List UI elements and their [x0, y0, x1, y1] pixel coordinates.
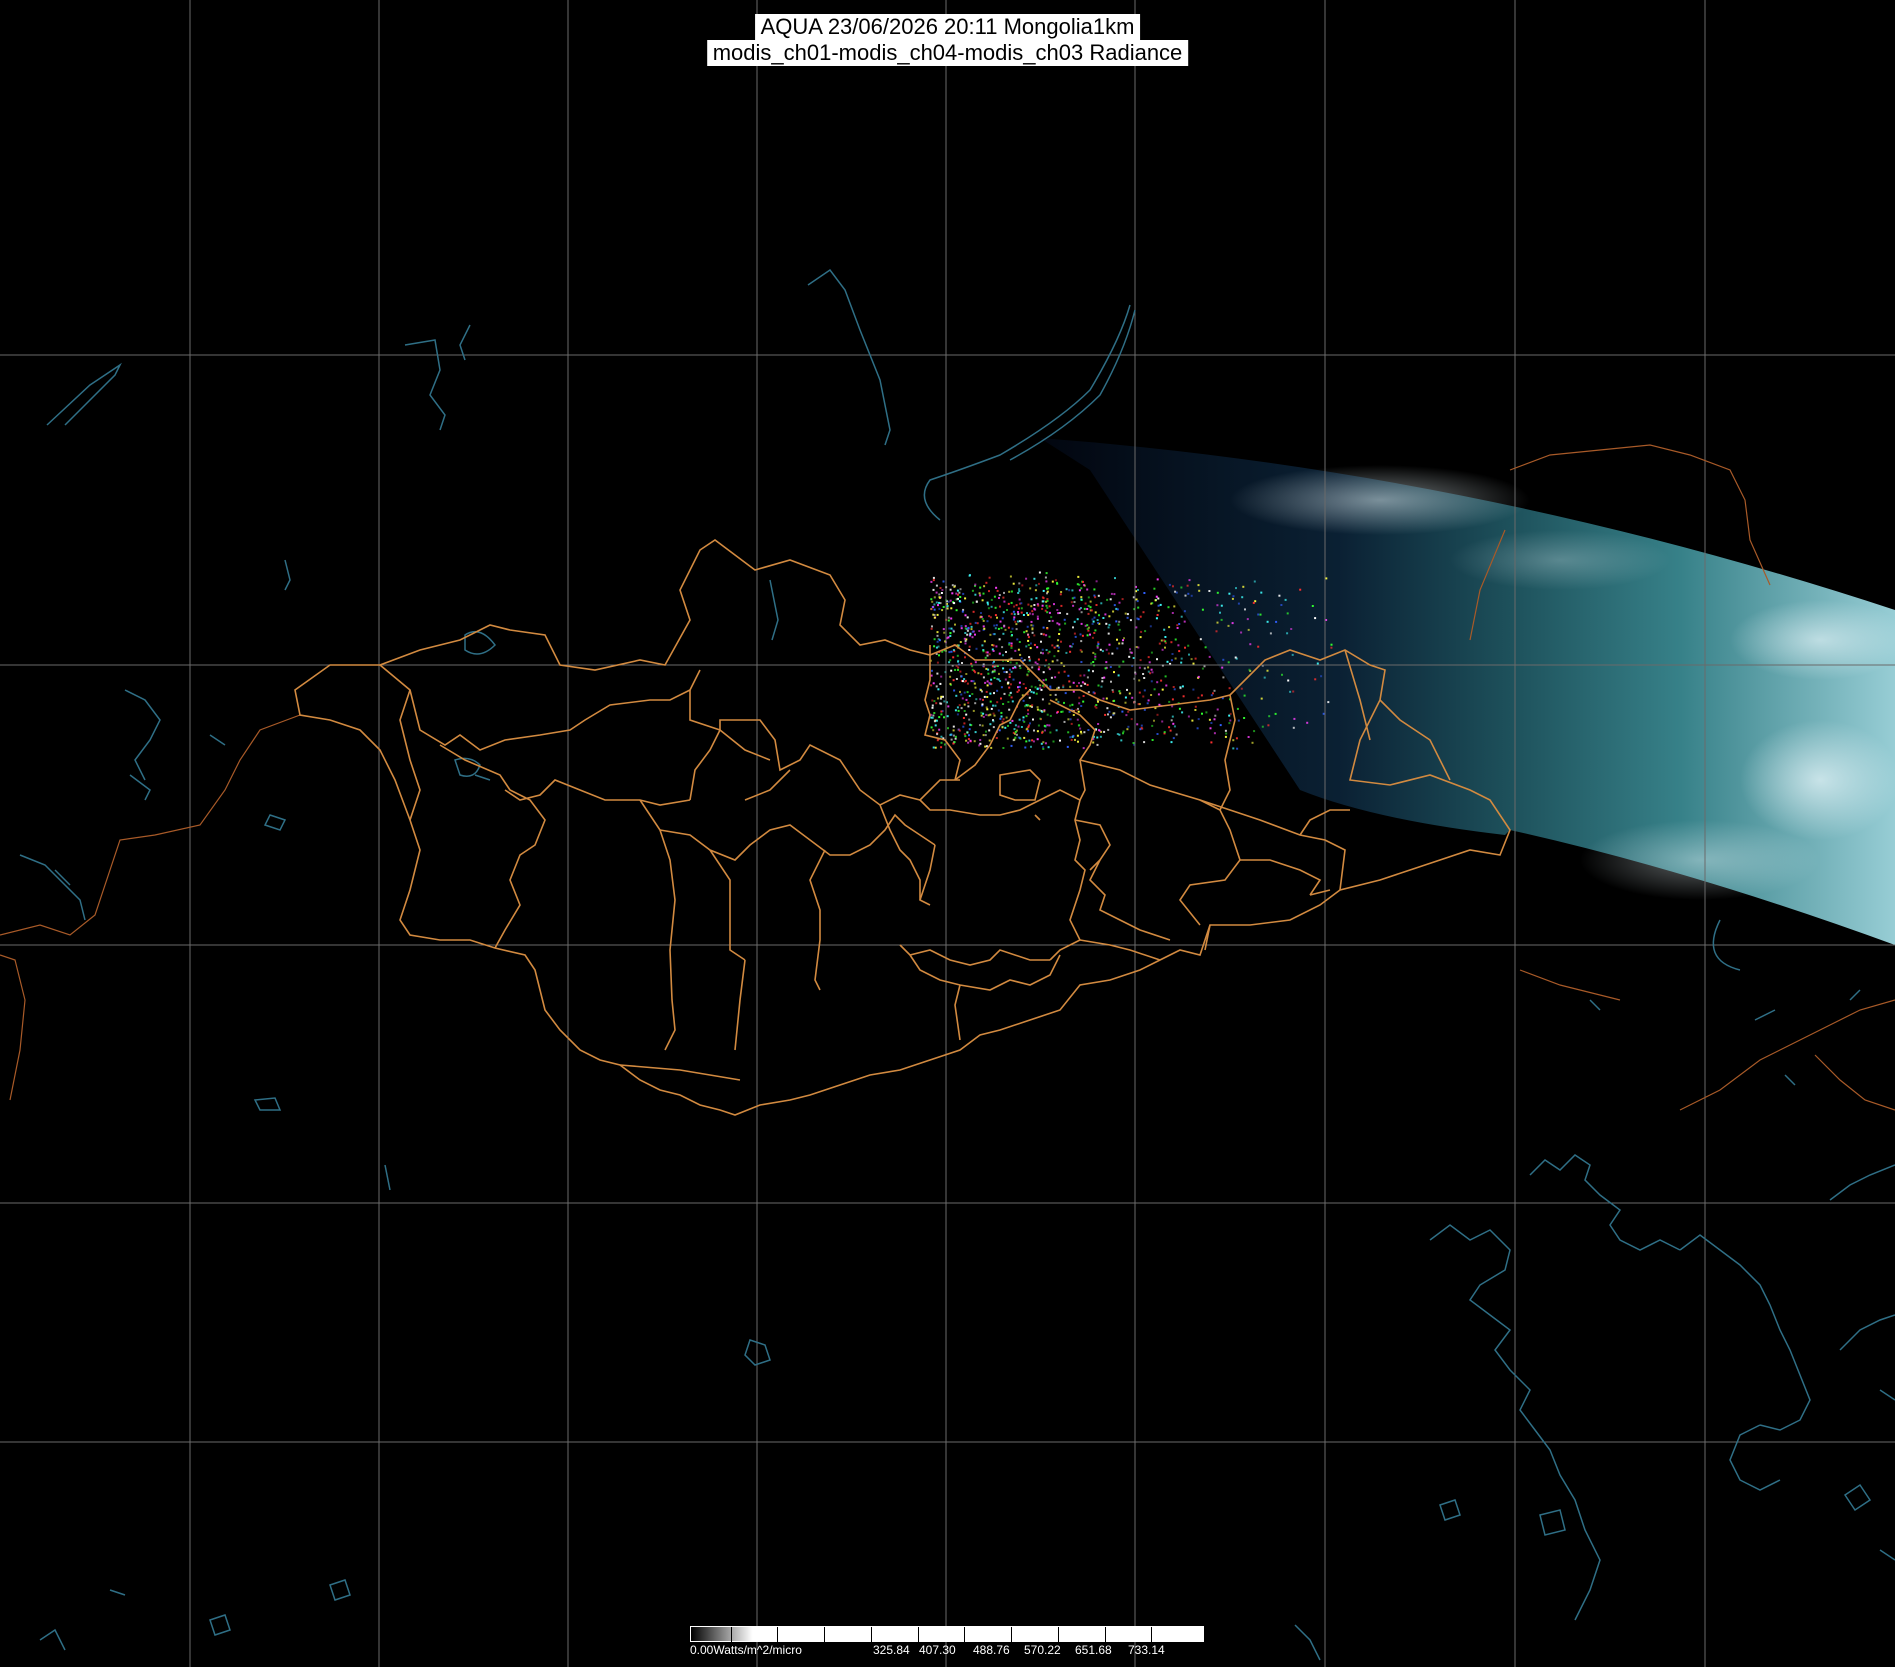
colorbar-tick-label: 407.30: [919, 1643, 956, 1657]
colorbar-tick-label: 733.14: [1128, 1643, 1165, 1657]
colorbar-unit-label: 0.00Watts/m^2/micro: [690, 1643, 802, 1657]
colorbar: 0.00Watts/m^2/micro 325.84 407.30 488.76…: [690, 1626, 1204, 1666]
map-title-line1: AQUA 23/06/2026 20:11 Mongolia1km: [754, 14, 1141, 40]
colorbar-tick: [918, 1627, 919, 1643]
colorbar-tick: [1151, 1627, 1152, 1643]
colorbar-tick: [1105, 1627, 1106, 1643]
colorbar-gradient: [690, 1626, 1204, 1643]
colorbar-labels: 0.00Watts/m^2/micro 325.84 407.30 488.76…: [690, 1643, 1204, 1661]
colorbar-tick: [871, 1627, 872, 1643]
colorbar-tick: [964, 1627, 965, 1643]
colorbar-tick: [1011, 1627, 1012, 1643]
colorbar-tick: [1058, 1627, 1059, 1643]
colorbar-tick: [824, 1627, 825, 1643]
colorbar-tick-label: 651.68: [1075, 1643, 1112, 1657]
colorbar-tick-label: 325.84: [873, 1643, 910, 1657]
colorbar-tick-label: 570.22: [1024, 1643, 1061, 1657]
map-title-line2: modis_ch01-modis_ch04-modis_ch03 Radianc…: [706, 40, 1189, 66]
colorbar-tick: [731, 1627, 732, 1643]
colorbar-tick: [777, 1627, 778, 1643]
colorbar-tick-label: 488.76: [973, 1643, 1010, 1657]
satellite-map: [0, 0, 1895, 1667]
